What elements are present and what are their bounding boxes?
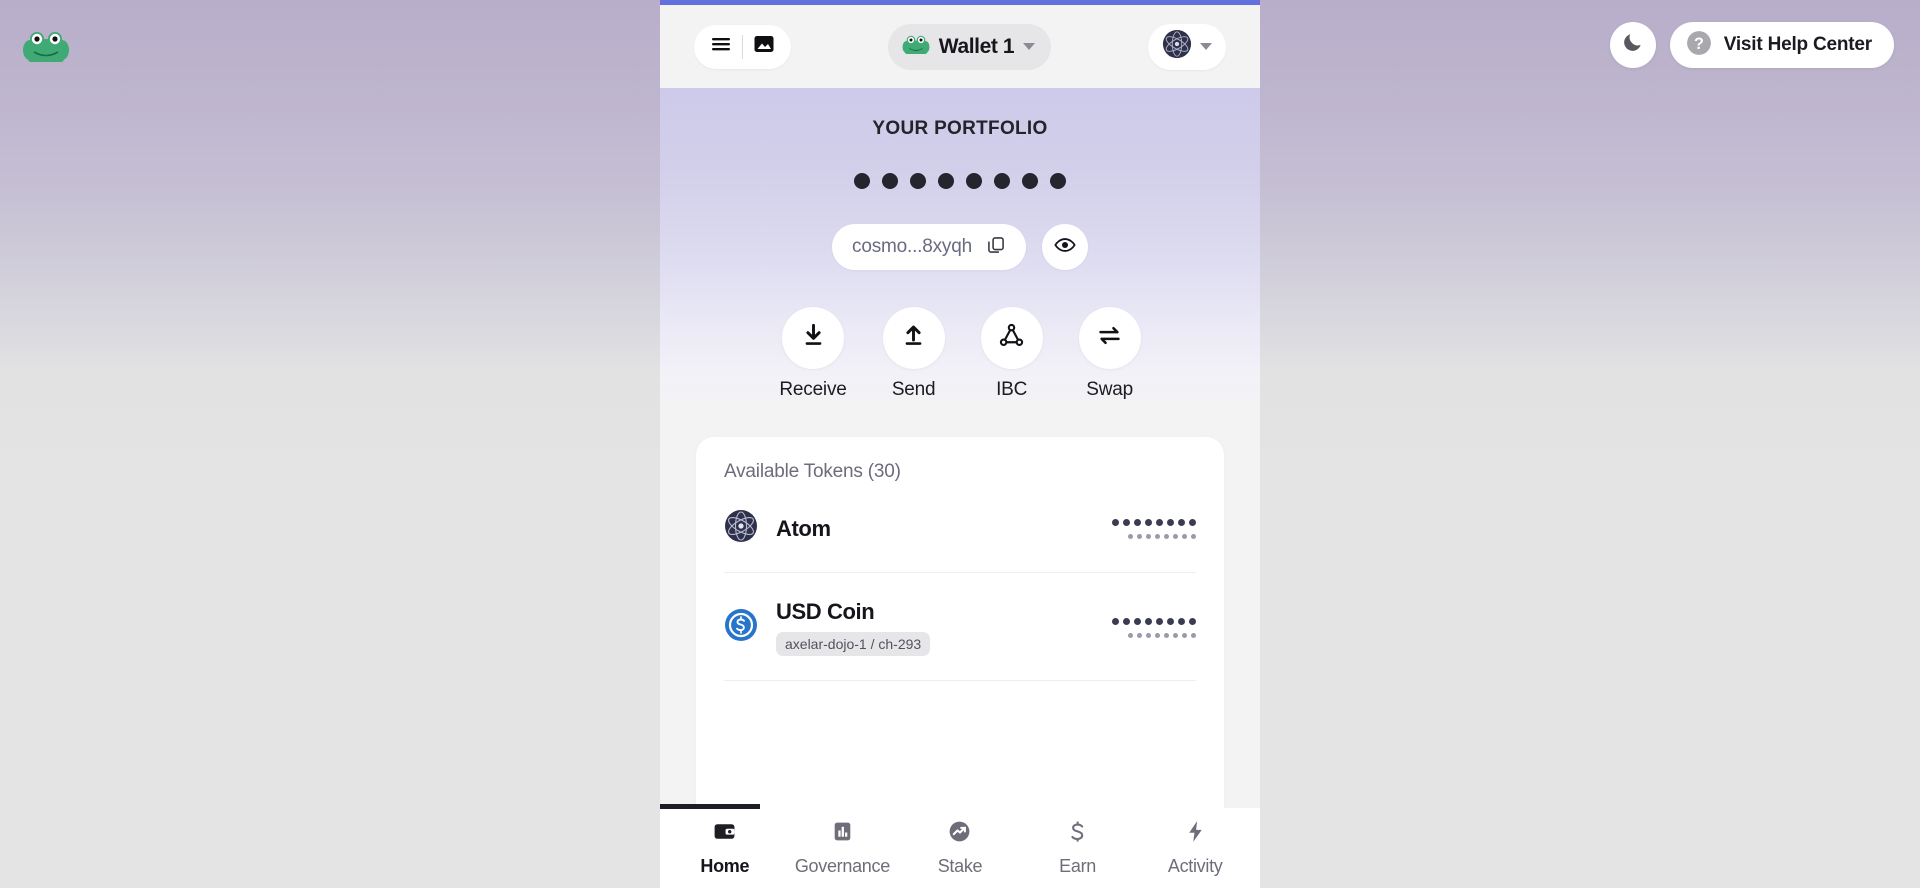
quick-actions: Receive Send IBC Swap bbox=[779, 307, 1141, 409]
swap-action-button[interactable]: Swap bbox=[1078, 307, 1141, 401]
token-meta: Atom bbox=[776, 516, 831, 542]
token-name-label: Atom bbox=[776, 515, 831, 541]
nav-item-earn[interactable]: Earn bbox=[1028, 819, 1128, 877]
lightning-bolt-icon bbox=[1183, 819, 1208, 849]
chevron-down-icon bbox=[1023, 43, 1036, 50]
address-row: cosmo...8xyqh bbox=[832, 224, 1088, 270]
table-row[interactable]: USD Coin axelar-dojo-1 / ch-293 bbox=[724, 573, 1196, 681]
wallet-icon bbox=[712, 819, 737, 849]
token-amounts bbox=[1112, 617, 1196, 638]
nav-item-activity[interactable]: Activity bbox=[1145, 819, 1245, 877]
hamburger-menu-icon bbox=[709, 32, 733, 61]
chevron-down-icon bbox=[1199, 43, 1212, 50]
eye-icon bbox=[1054, 234, 1076, 261]
token-amount-hidden bbox=[1112, 518, 1196, 526]
nav-label-activity: Activity bbox=[1167, 856, 1223, 876]
help-center-label: Visit Help Center bbox=[1723, 34, 1872, 55]
nav-label-governance: Governance bbox=[794, 856, 890, 876]
moon-icon bbox=[1621, 31, 1644, 59]
receive-label: Receive bbox=[779, 379, 847, 400]
portfolio-balance-hidden bbox=[854, 173, 1066, 189]
nav-item-stake[interactable]: Stake bbox=[910, 819, 1010, 877]
network-nodes-icon bbox=[998, 322, 1025, 354]
table-row[interactable]: Atom bbox=[724, 483, 1196, 573]
usd-coin-token-icon bbox=[724, 608, 758, 647]
trending-up-icon bbox=[947, 819, 972, 849]
toggle-balance-visibility-button[interactable] bbox=[1041, 224, 1088, 270]
wallet-name-label: Wallet 1 bbox=[938, 34, 1015, 58]
portfolio-hero: YOUR PORTFOLIO cosmo...8xyqh Receive Sen… bbox=[660, 88, 1260, 409]
nav-item-governance[interactable]: Governance bbox=[792, 819, 892, 877]
hamburger-menu-button[interactable] bbox=[700, 25, 742, 69]
frog-avatar-icon bbox=[902, 32, 930, 61]
ibc-icon-circle bbox=[980, 307, 1043, 369]
frog-logo-icon bbox=[22, 24, 70, 66]
wallet-app-panel: Wallet 1 YOUR PORTFOLIO cosmo...8xyqh Re… bbox=[660, 0, 1260, 888]
ibc-label: IBC bbox=[996, 379, 1028, 400]
copy-address-button[interactable]: cosmo...8xyqh bbox=[832, 224, 1026, 270]
header-left-toggle-group bbox=[694, 24, 791, 69]
cosmos-atom-icon bbox=[1162, 29, 1192, 64]
token-identity: USD Coin axelar-dojo-1 / ch-293 bbox=[724, 599, 931, 656]
nav-label-stake: Stake bbox=[937, 856, 983, 876]
image-picture-icon bbox=[752, 32, 776, 61]
send-action-button[interactable]: Send bbox=[882, 307, 945, 401]
nav-item-home[interactable]: Home bbox=[675, 819, 775, 877]
send-icon-circle bbox=[882, 307, 945, 369]
network-selector-button[interactable] bbox=[1147, 23, 1226, 70]
token-value-hidden bbox=[1128, 632, 1196, 638]
token-name-label: USD Coin bbox=[776, 599, 875, 624]
download-arrow-icon bbox=[800, 322, 827, 354]
receive-icon-circle bbox=[782, 307, 844, 369]
cosmos-atom-token-icon bbox=[724, 509, 758, 548]
receive-action-button[interactable]: Receive bbox=[779, 307, 847, 401]
swap-icon-circle bbox=[1078, 307, 1141, 369]
page-title: YOUR PORTFOLIO bbox=[872, 118, 1048, 139]
token-amount-hidden bbox=[1112, 617, 1196, 625]
dark-mode-toggle-button[interactable] bbox=[1609, 22, 1656, 68]
bar-chart-icon bbox=[830, 819, 855, 849]
bottom-navigation: Home Governance Stake Earn Activity bbox=[660, 804, 1260, 888]
question-mark-icon: ? bbox=[1686, 30, 1712, 61]
copy-icon bbox=[986, 235, 1006, 260]
active-tab-indicator bbox=[660, 804, 760, 809]
available-tokens-title: Available Tokens (30) bbox=[724, 461, 901, 482]
upload-arrow-icon bbox=[900, 322, 927, 354]
svg-text:?: ? bbox=[1694, 34, 1704, 52]
nav-label-home: Home bbox=[700, 856, 750, 876]
token-amounts bbox=[1112, 518, 1196, 539]
token-identity: Atom bbox=[724, 509, 831, 548]
visit-help-center-button[interactable]: ? Visit Help Center bbox=[1669, 22, 1894, 68]
desktop-top-right-controls: ? Visit Help Center bbox=[1609, 22, 1894, 68]
token-meta: USD Coin axelar-dojo-1 / ch-293 bbox=[776, 599, 931, 656]
wallet-selector-button[interactable]: Wallet 1 bbox=[887, 23, 1052, 70]
dollar-sign-icon bbox=[1065, 819, 1090, 849]
ibc-action-button[interactable]: IBC bbox=[980, 307, 1043, 401]
swap-arrows-icon bbox=[1096, 322, 1123, 354]
token-value-hidden bbox=[1128, 533, 1196, 539]
nav-label-earn: Earn bbox=[1059, 856, 1096, 876]
wallet-address-label: cosmo...8xyqh bbox=[852, 236, 972, 257]
image-view-button[interactable] bbox=[743, 25, 785, 69]
app-header: Wallet 1 bbox=[660, 5, 1260, 88]
token-channel-badge: axelar-dojo-1 / ch-293 bbox=[776, 632, 931, 656]
swap-label: Swap bbox=[1086, 379, 1133, 400]
send-label: Send bbox=[891, 379, 936, 400]
